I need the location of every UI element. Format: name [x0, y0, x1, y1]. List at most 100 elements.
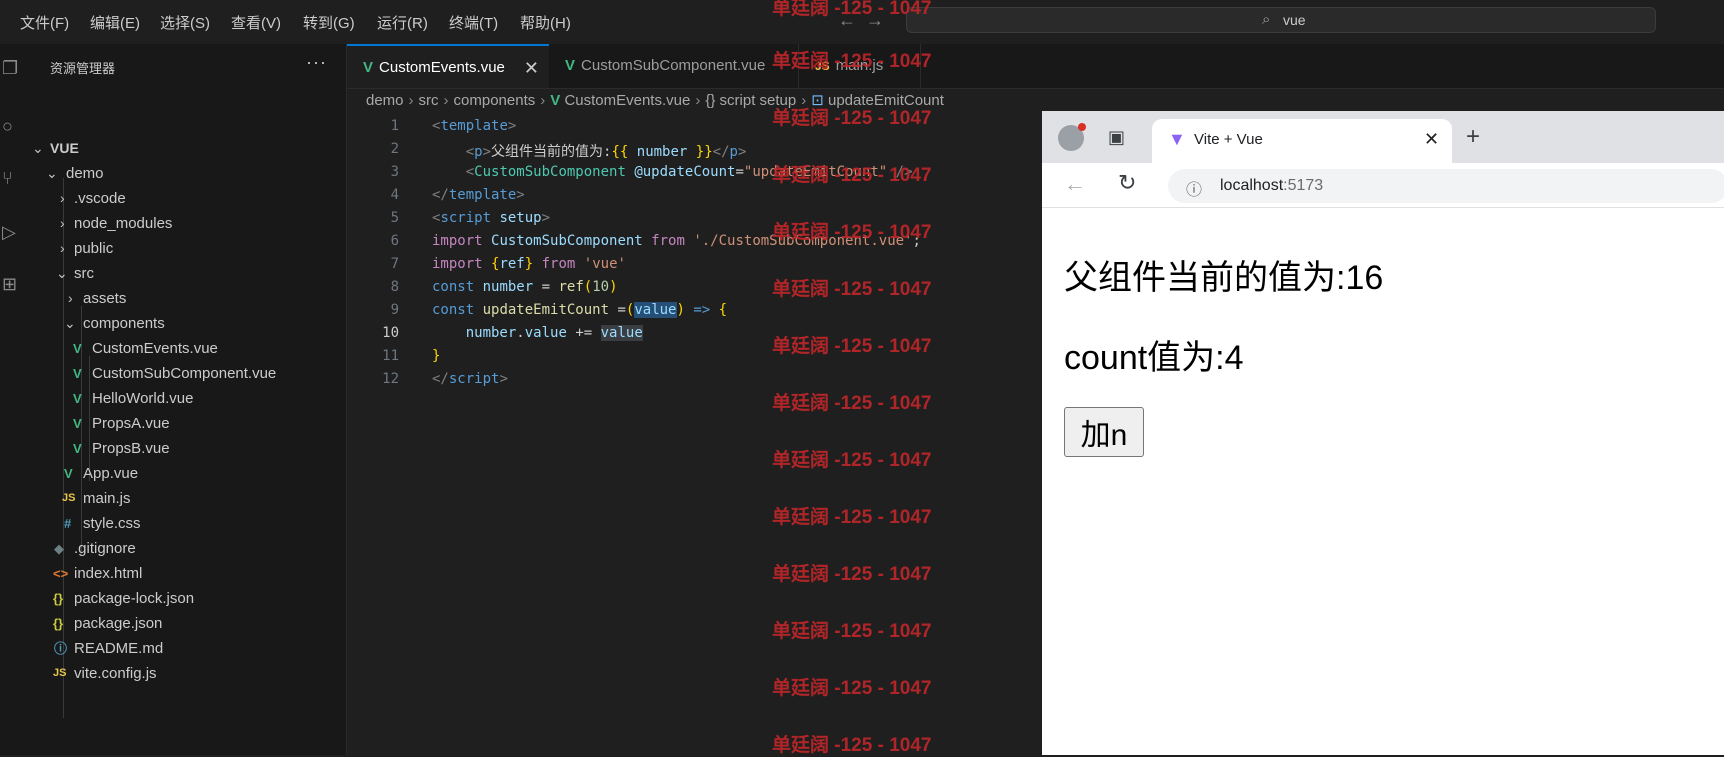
browser-window: ▣ ▼ Vite + Vue ✕ + ← ↻ ⓘ localhost:5173 …	[1042, 111, 1724, 755]
watermark: 单廷阔 -125 - 1047	[772, 507, 932, 528]
watermark: 单廷阔 -125 - 1047	[772, 621, 932, 642]
run-debug-icon[interactable]: ▷	[2, 222, 16, 243]
line-number: 1	[390, 118, 399, 134]
menu-help[interactable]: 帮助(H)	[520, 12, 571, 33]
menu-edit[interactable]: 编辑(E)	[90, 12, 140, 33]
breadcrumb-components[interactable]: components	[454, 92, 536, 109]
info-file-icon: ⓘ	[54, 641, 68, 656]
line-number: 3	[390, 164, 399, 180]
tree-file-package-lock[interactable]: {} package-lock.json	[26, 585, 346, 612]
vue-file-icon: V	[64, 466, 73, 481]
watermark: 单廷阔 -125 - 1047	[772, 564, 932, 585]
watermark: 单廷阔 -125 - 1047	[772, 678, 932, 699]
vue-icon: V	[565, 57, 576, 74]
search-view-icon[interactable]: ○	[2, 116, 13, 137]
tree-file-style-css[interactable]: # style.css	[26, 510, 346, 537]
tree-file-gitignore[interactable]: ◆ .gitignore	[26, 535, 346, 562]
explorer-sidebar: 资源管理器 ··· ⌄ VUE ⌄ demo › .vscode › node_…	[26, 44, 347, 755]
new-tab-icon[interactable]: +	[1466, 123, 1480, 151]
watermark: 单廷阔 -125 - 1047	[772, 108, 932, 129]
address-bar[interactable]: ⓘ localhost:5173	[1168, 169, 1724, 203]
code-line: import {ref} from 'vue'	[432, 256, 626, 272]
tab-customevents[interactable]: V CustomEvents.vue ✕	[347, 44, 549, 88]
editor-tab-bar: V CustomEvents.vue ✕ V CustomSubComponent.…	[347, 44, 1724, 89]
css-file-icon: #	[64, 516, 72, 531]
breadcrumb-demo[interactable]: demo	[366, 92, 404, 109]
json-file-icon: {}	[53, 616, 64, 631]
code-line: const number = ref(10)	[432, 279, 618, 295]
code-line: </template>	[432, 187, 525, 203]
code-line: number.value += value	[465, 325, 643, 341]
breadcrumb-src[interactable]: src	[419, 92, 439, 109]
line-number: 4	[390, 187, 399, 203]
code-line: <script setup>	[432, 210, 551, 226]
chevron-down-icon: ⌄	[56, 265, 68, 281]
source-control-icon[interactable]: ⑂	[2, 168, 13, 189]
tree-folder-src[interactable]: ⌄ src	[26, 260, 346, 287]
tree-file-propsb[interactable]: V PropsB.vue	[26, 435, 346, 462]
reload-icon[interactable]: ↻	[1118, 170, 1136, 196]
close-icon[interactable]: ✕	[1424, 129, 1439, 150]
tree-file-readme[interactable]: ⓘ README.md	[26, 635, 346, 662]
menu-run[interactable]: 运行(R)	[377, 12, 428, 33]
menu-terminal[interactable]: 终端(T)	[449, 12, 498, 33]
tree-file-package-json[interactable]: {} package.json	[26, 610, 346, 637]
line-number: 8	[390, 279, 399, 295]
breadcrumb-file[interactable]: CustomEvents.vue	[564, 92, 690, 109]
tree-file-vite-config[interactable]: JS vite.config.js	[26, 660, 346, 687]
browser-tab-title: Vite + Vue	[1194, 131, 1263, 148]
tree-folder-assets[interactable]: › assets	[26, 285, 346, 312]
explorer-icon[interactable]: ❐	[2, 58, 18, 79]
browser-toolbar: ← ↻ ⓘ localhost:5173	[1042, 163, 1724, 208]
git-file-icon: ◆	[54, 541, 64, 556]
tree-file-helloworld[interactable]: V HelloWorld.vue	[26, 385, 346, 412]
command-center-search[interactable]: ⌕ vue	[906, 7, 1656, 33]
browser-tab[interactable]: ▼ Vite + Vue ✕	[1152, 119, 1452, 163]
vue-icon: V	[363, 59, 374, 76]
extensions-icon[interactable]: ⊞	[2, 274, 17, 295]
vue-file-icon: V	[73, 391, 82, 406]
menu-view[interactable]: 查看(V)	[231, 12, 281, 33]
tree-folder-public[interactable]: › public	[26, 235, 346, 262]
code-editor[interactable]: 1 2 3 4 5 6 7 8 9 10 11 12 <template> <p…	[347, 112, 1042, 755]
tab-actions-icon[interactable]: ▣	[1108, 127, 1125, 148]
watermark: 单廷阔 -125 - 1047	[772, 393, 932, 414]
tree-file-customevents[interactable]: V CustomEvents.vue	[26, 335, 346, 362]
tree-folder-vscode[interactable]: › .vscode	[26, 185, 346, 212]
back-arrow-icon[interactable]: ←	[1064, 171, 1086, 197]
tree-file-app-vue[interactable]: V App.vue	[26, 460, 346, 487]
line-number: 11	[382, 348, 399, 364]
site-info-icon[interactable]: ⓘ	[1186, 176, 1202, 200]
watermark: 单廷阔 -125 - 1047	[772, 165, 932, 186]
tree-folder-demo[interactable]: ⌄ demo	[26, 160, 346, 187]
tree-file-propsa[interactable]: V PropsA.vue	[26, 410, 346, 437]
tree-folder-components[interactable]: ⌄ components	[26, 310, 346, 337]
js-file-icon: JS	[53, 667, 67, 679]
line-number: 5	[390, 210, 399, 226]
more-actions-icon[interactable]: ···	[306, 52, 327, 73]
watermark: 单廷阔 -125 - 1047	[772, 279, 932, 300]
vue-file-icon: V	[73, 341, 82, 356]
menu-selection[interactable]: 选择(S)	[160, 12, 210, 33]
chevron-down-icon: ⌄	[46, 165, 58, 181]
browser-page: 父组件当前的值为:16 count值为:4 加n	[1042, 208, 1724, 755]
menu-file[interactable]: 文件(F)	[20, 12, 69, 33]
menu-go[interactable]: 转到(G)	[303, 12, 355, 33]
add-n-button[interactable]: 加n	[1064, 407, 1144, 457]
tree-folder-node-modules[interactable]: › node_modules	[26, 210, 346, 237]
vue-file-icon: V	[73, 416, 82, 431]
watermark: 单廷阔 -125 - 1047	[772, 0, 932, 19]
tree-file-customsubcomponent[interactable]: V CustomSubComponent.vue	[26, 360, 346, 387]
tree-file-main-js[interactable]: JS main.js	[26, 485, 346, 512]
line-number: 6	[390, 233, 399, 249]
tree-file-index-html[interactable]: <> index.html	[26, 560, 346, 587]
tree-root-vue[interactable]: ⌄ VUE	[26, 135, 346, 162]
chevron-right-icon: ›	[60, 190, 65, 206]
html-file-icon: <>	[53, 566, 69, 581]
tab-customsubcomponent[interactable]: V CustomSubComponent.vue	[549, 44, 799, 88]
close-icon[interactable]: ✕	[524, 46, 539, 90]
code-line: <p>父组件当前的值为:{{ number }}</p>	[465, 144, 747, 160]
chevron-down-icon: ⌄	[32, 140, 44, 156]
notification-dot	[1078, 123, 1086, 131]
count-value-text: count值为:4	[1064, 339, 1244, 377]
